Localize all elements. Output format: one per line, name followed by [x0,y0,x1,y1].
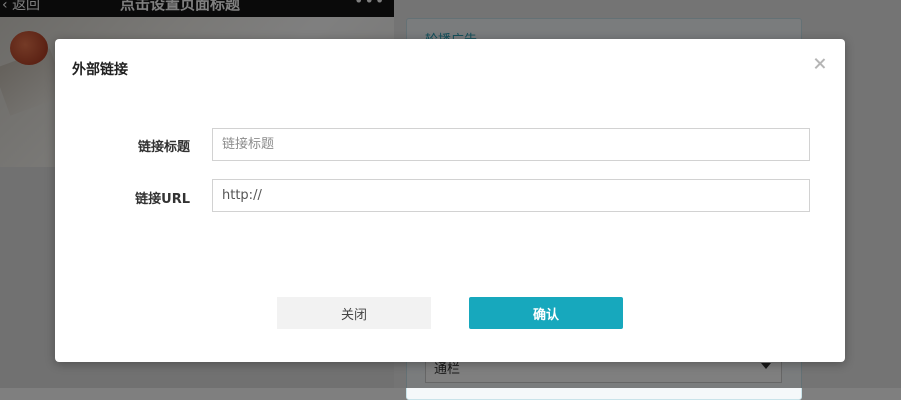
link-title-input[interactable] [212,128,810,161]
confirm-button[interactable]: 确认 [469,297,623,329]
external-link-dialog: 外部链接 链接标题 链接URL 关闭 确认 [55,39,845,362]
link-url-label: 链接URL [135,192,190,207]
close-button[interactable]: 关闭 [277,297,431,329]
link-url-input[interactable] [212,179,810,212]
dialog-title: 外部链接 [72,62,128,78]
link-title-label: 链接标题 [137,140,190,155]
close-icon[interactable] [811,55,829,73]
